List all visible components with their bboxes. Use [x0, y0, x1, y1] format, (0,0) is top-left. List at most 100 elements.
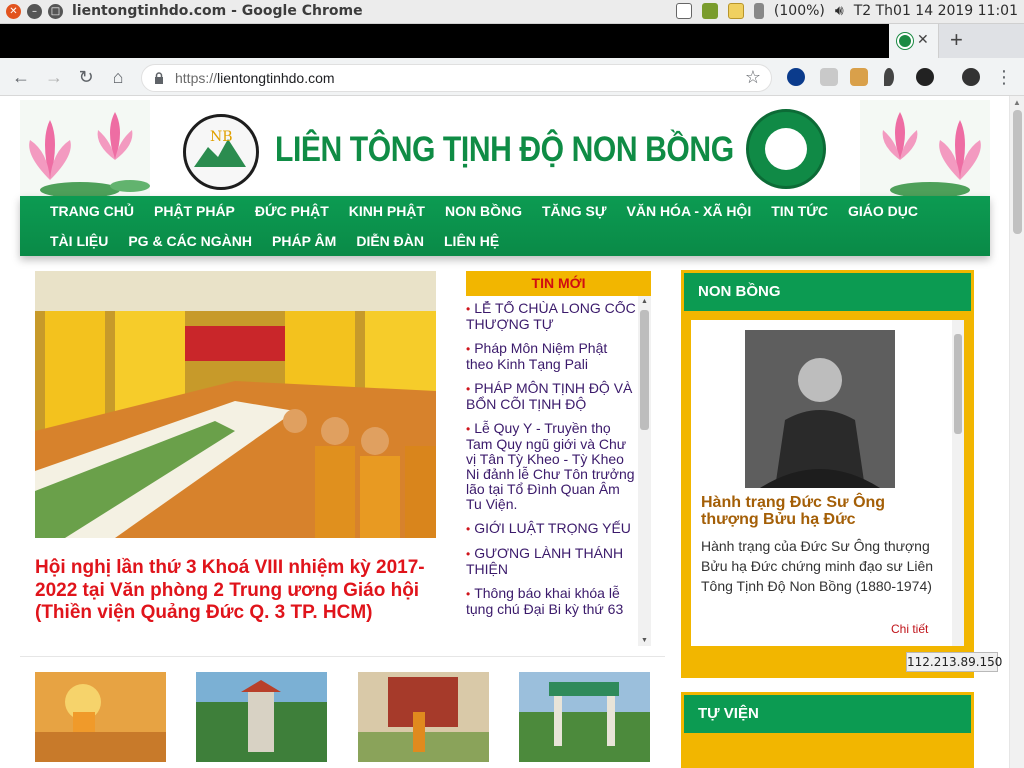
new-tab-button[interactable]: +: [950, 27, 963, 53]
extension-box-icon[interactable]: [850, 68, 868, 86]
extension-paw-icon[interactable]: [916, 68, 934, 86]
nav-item[interactable]: TIN TỨC: [771, 203, 848, 219]
buddhist-sangha-logo: [746, 109, 826, 189]
bookmark-star-icon[interactable]: ☆: [745, 67, 761, 88]
tab-strip: ✕ +: [0, 24, 1024, 58]
mail-tray-icon[interactable]: [727, 3, 744, 19]
profile-avatar[interactable]: [962, 68, 980, 86]
nav-row-2: TÀI LIỆU PG & CÁC NGÀNH PHÁP ÂM DIỄN ĐÀN LIÊ…: [50, 233, 519, 249]
page-viewport: NB LIÊN TÔNG TỊNH ĐỘ NON BỒNG TRANG CHỦ P…: [0, 96, 1024, 768]
read-more-link[interactable]: Chi tiết: [891, 622, 928, 636]
nav-item[interactable]: GIÁO DỤC: [848, 203, 938, 219]
site-header: NB LIÊN TÔNG TỊNH ĐỘ NON BỒNG: [20, 96, 990, 196]
bullet-icon: •: [466, 522, 471, 536]
nav-item[interactable]: NON BỒNG: [445, 203, 542, 219]
nav-item[interactable]: PG & CÁC NGÀNH: [128, 233, 272, 249]
nav-item[interactable]: TÀI LIỆU: [50, 233, 128, 249]
news-scrollbar[interactable]: ▲ ▼: [638, 296, 651, 646]
news-item-text: Lễ Quy Y - Truyền thọ Tam Quy ngũ giới v…: [466, 420, 635, 512]
svg-text:NB: NB: [210, 129, 233, 145]
news-heading: TIN MỚI: [466, 271, 651, 296]
window-maximize-button[interactable]: □: [48, 4, 63, 19]
site-logo-left[interactable]: NB: [183, 114, 259, 190]
url-text: https://lientongtinhdo.com: [175, 70, 335, 86]
system-tray: (100%) 🔊︎ T2 Th01 14 2019 11:01: [675, 3, 1018, 19]
page-scrollbar[interactable]: ▲: [1009, 96, 1024, 768]
bullet-icon: •: [466, 422, 471, 436]
news-list: • LỄ TỔ CHÙA LONG CỐC THƯỢNG TỰ • Pháp Môn …: [466, 301, 638, 646]
news-item[interactable]: • Lễ Quy Y - Truyền thọ Tam Quy ngũ giới …: [466, 421, 638, 512]
sidebar-tu-vien: TỰ VIỆN: [681, 692, 974, 768]
bullet-icon: •: [466, 587, 471, 601]
article-thumbnail[interactable]: [358, 672, 489, 762]
portrait-image[interactable]: [745, 330, 895, 488]
sidebar-scrollbar[interactable]: [952, 320, 964, 646]
browser-toolbar: ← → ↻ ⌂ https://lientongtinhdo.com ☆ ⋮: [0, 58, 1024, 96]
extension-ip2-icon[interactable]: [820, 68, 838, 86]
bullet-icon: •: [466, 382, 471, 396]
clock[interactable]: T2 Th01 14 2019 11:01: [854, 3, 1018, 19]
nav-item[interactable]: LIÊN HỆ: [444, 233, 519, 249]
nav-row-1: TRANG CHỦ PHẬT PHÁP ĐỨC PHẬT KINH PHẬT NON B…: [50, 203, 938, 219]
network-tray-icon[interactable]: [701, 3, 718, 19]
sidebar-heading[interactable]: NON BỒNG: [684, 273, 971, 311]
news-item[interactable]: • Thông báo khai khóa lễ tụng chú Đại Bi …: [466, 586, 638, 617]
nav-item[interactable]: VĂN HÓA - XÃ HỘI: [627, 203, 772, 219]
sidebar-article-desc: Hành trạng của Đức Sư Ông thượng Bửu hạ …: [701, 538, 934, 594]
bullet-icon: •: [466, 302, 471, 316]
nav-item[interactable]: PHẬT PHÁP: [154, 203, 255, 219]
news-item[interactable]: • GIỚI LUẬT TRỌNG YẾU: [466, 521, 638, 537]
news-item-text: Thông báo khai khóa lễ tụng chú Đại Bi k…: [466, 585, 624, 617]
os-top-bar: ✕ – □ lientongtinhdo.com - Google Chrome…: [0, 0, 1024, 24]
sidebar-heading[interactable]: TỰ VIỆN: [684, 695, 971, 733]
nav-item[interactable]: TĂNG SỰ: [542, 203, 627, 219]
extension-ip-icon[interactable]: [787, 68, 805, 86]
news-item[interactable]: • LỄ TỔ CHÙA LONG CỐC THƯỢNG TỰ: [466, 301, 638, 332]
window-title: lientongtinhdo.com - Google Chrome: [72, 3, 363, 19]
active-tab[interactable]: ✕: [889, 24, 939, 58]
window-minimize-button[interactable]: –: [27, 4, 42, 19]
news-item-text: PHÁP MÔN TỊNH ĐỘ VÀ BỔN CÕI TỊNH ĐỘ: [466, 380, 633, 412]
sidebar-content: Hành trạng Đức Sư Ông thượng Bửu hạ Đức …: [691, 320, 964, 646]
site-title[interactable]: LIÊN TÔNG TỊNH ĐỘ NON BỒNG: [275, 130, 734, 170]
article-thumbnail[interactable]: [196, 672, 327, 762]
lotus-right-image: [860, 100, 990, 196]
forward-button[interactable]: →: [43, 66, 65, 88]
featured-article-title[interactable]: Hội nghị lần thứ 3 Khoá VIII nhiệm kỳ 20…: [35, 557, 445, 625]
sidebar-article-title[interactable]: Hành trạng Đức Sư Ông thượng Bửu hạ Đức: [701, 494, 941, 528]
nav-item[interactable]: DIỄN ĐÀN: [356, 233, 444, 249]
news-item[interactable]: • GƯƠNG LÀNH THÁNH THIỆN: [466, 546, 638, 577]
article-thumbnail[interactable]: [35, 672, 166, 762]
bullet-icon: •: [466, 547, 471, 561]
bullet-icon: •: [466, 342, 471, 356]
news-item[interactable]: • PHÁP MÔN TỊNH ĐỘ VÀ BỔN CÕI TỊNH ĐỘ: [466, 381, 638, 412]
news-item-text: LỄ TỔ CHÙA LONG CỐC THƯỢNG TỰ: [466, 301, 636, 332]
lotus-left-image: [20, 100, 150, 196]
menu-kebab-icon[interactable]: ⋮: [993, 66, 1015, 88]
ip-status-tooltip: 112.213.89.150: [906, 652, 1002, 672]
battery-icon[interactable]: [753, 3, 764, 19]
lock-icon: [155, 72, 163, 84]
nav-item[interactable]: TRANG CHỦ: [50, 203, 154, 219]
news-item-text: GIỚI LUẬT TRỌNG YẾU: [474, 520, 631, 536]
nav-item[interactable]: PHÁP ÂM: [272, 233, 356, 249]
news-item-text: GƯƠNG LÀNH THÁNH THIỆN: [466, 545, 624, 577]
nav-item[interactable]: KINH PHẬT: [349, 203, 445, 219]
back-button[interactable]: ←: [10, 66, 32, 88]
site-favicon-icon: [897, 33, 913, 49]
battery-percent: (100%): [773, 3, 825, 19]
tab-close-icon[interactable]: ✕: [917, 31, 929, 48]
address-bar[interactable]: https://lientongtinhdo.com ☆: [141, 64, 772, 92]
search-tray-icon[interactable]: [675, 3, 692, 19]
home-icon[interactable]: ⌂: [107, 66, 129, 88]
extension-pin-icon[interactable]: [884, 68, 894, 86]
volume-icon[interactable]: 🔊︎: [835, 3, 844, 19]
news-item[interactable]: • Pháp Môn Niệm Phật theo Kinh Tạng Pali: [466, 341, 638, 372]
news-item-text: Pháp Môn Niệm Phật theo Kinh Tạng Pali: [466, 340, 608, 372]
featured-article-image[interactable]: [35, 271, 436, 538]
window-close-button[interactable]: ✕: [6, 4, 21, 19]
nav-item[interactable]: ĐỨC PHẬT: [255, 203, 349, 219]
main-nav: TRANG CHỦ PHẬT PHÁP ĐỨC PHẬT KINH PHẬT NON B…: [20, 196, 990, 256]
reload-button[interactable]: ↻: [75, 66, 97, 88]
article-thumbnail[interactable]: [519, 672, 650, 762]
